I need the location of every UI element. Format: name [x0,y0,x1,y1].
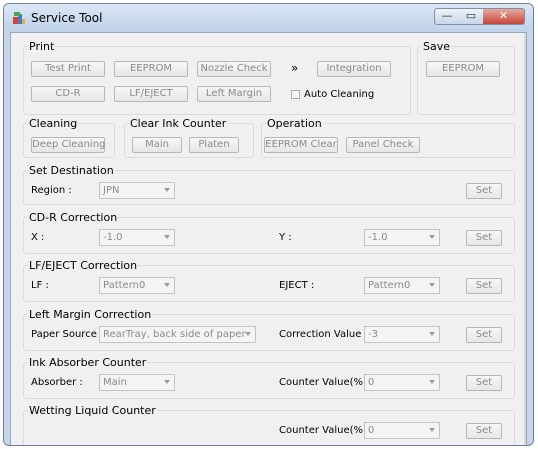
absorber-value: Main [103,377,127,388]
chevron-down-icon [245,332,251,336]
chevron-down-icon [164,283,170,287]
region-label: Region : [31,185,72,196]
region-set-button[interactable]: Set [466,183,502,199]
ink-absorber-counter-label: Ink Absorber Counter [28,356,148,369]
chevron-down-icon [429,332,435,336]
chevron-down-icon [429,428,435,432]
eject-value: Pattern0 [368,280,411,291]
save-eeprom-button[interactable]: EEPROM [426,61,500,77]
cdr-x-label: X : [31,232,45,243]
cdr-set-button[interactable]: Set [466,230,502,246]
absorber-select[interactable]: Main [99,374,175,391]
cd-r-button[interactable]: CD-R [31,86,105,102]
left-margin-correction-label: Left Margin Correction [28,308,153,321]
eject-select[interactable]: Pattern0 [364,277,440,294]
clear-ink-counter-label: Clear Ink Counter [129,117,228,130]
app-icon [13,12,25,24]
clear-platen-button[interactable]: Platen [189,137,239,153]
chevron-down-icon [429,235,435,239]
region-value: JPN [103,185,120,196]
save-group-label: Save [422,40,452,53]
lf-eject-correction-label: LF/EJECT Correction [28,259,139,272]
paper-source-label: Paper Source : [31,329,104,340]
eeprom-print-button[interactable]: EEPROM [114,61,188,77]
lf-label: LF : [31,280,49,291]
save-group [417,46,515,115]
correction-value: -3 [368,329,378,340]
nozzle-check-button[interactable]: Nozzle Check [197,61,271,77]
window-title: Service Tool [31,11,103,25]
chevron-down-icon [164,380,170,384]
cdr-correction-label: CD-R Correction [28,211,119,224]
minimize-button[interactable]: — [434,8,460,25]
deep-cleaning-button[interactable]: Deep Cleaning [31,137,105,153]
title-bar[interactable]: Service Tool — ▭ ✕ [4,4,533,31]
absorber-set-button[interactable]: Set [466,375,502,391]
operation-group-label: Operation [266,117,323,130]
set-destination-label: Set Destination [28,164,115,177]
absorber-counter-label: Counter Value(%) : [279,377,374,388]
correction-value-select[interactable]: -3 [364,326,440,343]
cleaning-group-label: Cleaning [28,117,79,130]
test-print-button[interactable]: Test Print [31,61,105,77]
absorber-counter-value: 0 [368,377,375,388]
panel-check-button[interactable]: Panel Check [346,137,420,153]
cdr-y-label: Y : [279,232,292,243]
lf-value: Pattern0 [103,280,146,291]
correction-value-label: Correction Value : [279,329,368,340]
eject-label: EJECT : [279,280,315,291]
eeprom-clear-button[interactable]: EEPROM Clear [264,137,338,153]
wetting-counter-label: Counter Value(%) : [279,425,374,436]
chevron-down-icon [164,235,170,239]
service-tool-window: Service Tool — ▭ ✕ Print Test Print EEPR… [3,3,534,446]
cdr-x-select[interactable]: -1.0 [99,229,175,246]
lf-eject-button[interactable]: LF/EJECT [114,86,188,102]
more-arrows: » [291,61,299,75]
print-group-label: Print [28,40,56,53]
auto-cleaning-label: Auto Cleaning [304,89,375,100]
chevron-down-icon [164,188,170,192]
client-area: Print Test Print EEPROM Nozzle Check » I… [10,32,527,445]
paper-source-select[interactable]: RearTray, back side of paper [99,326,256,343]
lf-eject-set-button[interactable]: Set [466,278,502,294]
wetting-set-button[interactable]: Set [466,423,502,439]
close-button[interactable]: ✕ [483,8,525,25]
wetting-liquid-counter-label: Wetting Liquid Counter [28,404,157,417]
region-select[interactable]: JPN [99,182,175,199]
clear-main-button[interactable]: Main [132,137,182,153]
lf-select[interactable]: Pattern0 [99,277,175,294]
wetting-counter-select[interactable]: 0 [364,422,440,439]
auto-cleaning-checkbox[interactable] [291,90,300,99]
right-scroll-edge [524,33,526,445]
left-margin-button[interactable]: Left Margin [197,86,271,102]
left-margin-set-button[interactable]: Set [466,327,502,343]
paper-source-value: RearTray, back side of paper [103,329,246,340]
cdr-x-value: -1.0 [103,232,123,243]
absorber-label: Absorber : [31,377,83,388]
cdr-y-value: -1.0 [368,232,388,243]
print-group [23,46,411,115]
wetting-counter-value: 0 [368,425,375,436]
chevron-down-icon [429,283,435,287]
maximize-button[interactable]: ▭ [459,8,484,25]
chevron-down-icon [429,380,435,384]
absorber-counter-select[interactable]: 0 [364,374,440,391]
cdr-y-select[interactable]: -1.0 [364,229,440,246]
integration-button[interactable]: Integration [317,61,391,77]
